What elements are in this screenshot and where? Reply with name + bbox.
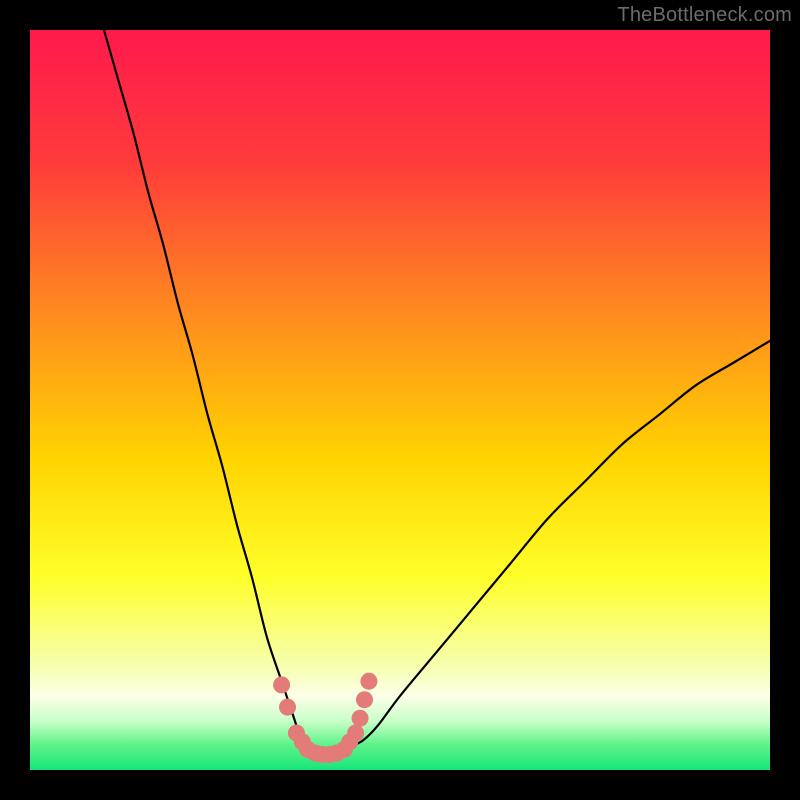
chart-plot (30, 30, 770, 770)
watermark-text: TheBottleneck.com (617, 4, 792, 27)
optimal-marker (356, 691, 373, 708)
optimal-marker (279, 699, 296, 716)
optimal-marker (347, 725, 364, 742)
optimal-marker (273, 676, 290, 693)
gradient-background (30, 30, 770, 770)
optimal-marker (352, 710, 369, 727)
optimal-marker (360, 673, 377, 690)
chart-frame: TheBottleneck.com (0, 0, 800, 800)
